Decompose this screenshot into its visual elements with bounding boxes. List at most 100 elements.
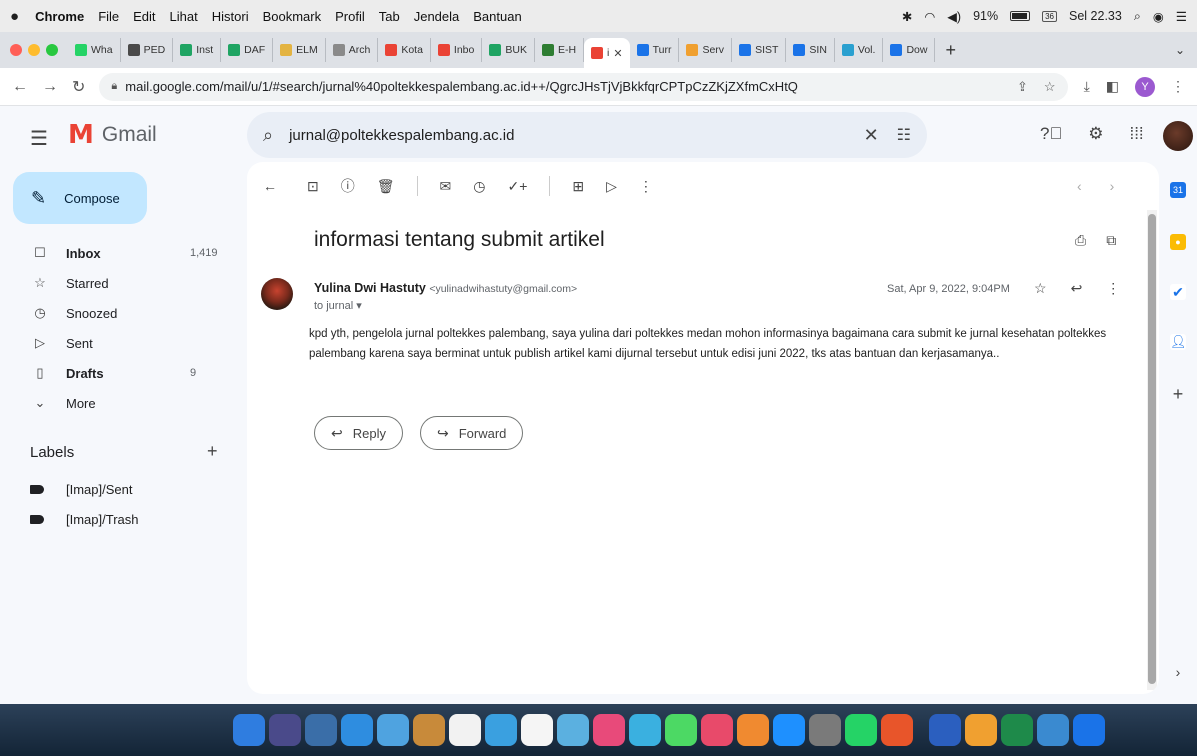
download-icon[interactable]: ⤓ — [1084, 78, 1090, 95]
open-new-window-icon[interactable]: ⧉ — [1106, 232, 1116, 249]
browser-tab[interactable]: ELM — [273, 38, 326, 62]
menu-item-history[interactable]: Histori — [212, 9, 249, 24]
browser-tab[interactable]: Inbo — [431, 38, 483, 62]
menu-item-edit[interactable]: Edit — [133, 9, 155, 24]
dock-app-icon[interactable] — [341, 714, 373, 746]
menu-item-file[interactable]: File — [98, 9, 119, 24]
back-icon[interactable]: ← — [12, 78, 28, 96]
scrollbar-thumb[interactable] — [1148, 214, 1156, 684]
sidebar-item-snoozed[interactable]: ◷ Snoozed — [0, 298, 240, 328]
dock-app-icon[interactable] — [1037, 714, 1069, 746]
browser-tab[interactable]: Arch — [326, 38, 379, 62]
volume-icon[interactable]: ◀) — [947, 9, 961, 24]
minimize-window-button[interactable] — [28, 44, 40, 56]
wifi-icon[interactable]: ◠ — [924, 9, 935, 24]
spotlight-icon[interactable]: ⌕ — [1134, 9, 1141, 24]
older-icon[interactable]: › — [1110, 178, 1115, 194]
url-text[interactable]: mail.google.com/mail/u/1/#search/jurnal%… — [125, 79, 798, 94]
browser-tab[interactable]: Kota — [378, 38, 431, 62]
add-to-tasks-icon[interactable]: ✓+ — [507, 178, 527, 195]
mark-unread-icon[interactable]: ✉ — [440, 178, 452, 195]
browser-tab[interactable]: SIST — [732, 38, 787, 62]
menu-item-tab[interactable]: Tab — [379, 9, 400, 24]
keep-app-icon[interactable]: ● — [1170, 234, 1186, 250]
menu-item-profile[interactable]: Profil — [335, 9, 365, 24]
dock-app-icon[interactable] — [1001, 714, 1033, 746]
battery-icon[interactable] — [1010, 11, 1031, 21]
snooze-icon[interactable]: ◷ — [473, 178, 485, 195]
browser-tab[interactable]: i ✕ — [584, 38, 630, 68]
back-to-list-icon[interactable]: ← — [263, 178, 277, 194]
dock-app-icon[interactable] — [773, 714, 805, 746]
compose-button[interactable]: ✎ Compose — [13, 172, 147, 224]
settings-gear-icon[interactable]: ⚙ — [1088, 124, 1103, 144]
browser-tab[interactable]: BUK — [482, 38, 535, 62]
dock-app-icon[interactable] — [629, 714, 661, 746]
dock-app-icon[interactable] — [929, 714, 961, 746]
label-icon[interactable]: ▷ — [606, 178, 617, 195]
reload-icon[interactable]: ↻ — [72, 77, 85, 97]
calendar-app-icon[interactable]: 31 — [1170, 182, 1186, 198]
browser-tab[interactable]: SIN — [786, 38, 835, 62]
dock-app-icon[interactable] — [305, 714, 337, 746]
chrome-profile-avatar[interactable]: Y — [1135, 76, 1155, 97]
dock-app-icon[interactable] — [665, 714, 697, 746]
tasks-app-icon[interactable]: ✔ — [1170, 284, 1186, 300]
close-tab-icon[interactable]: ✕ — [613, 47, 622, 60]
label-imap-trash[interactable]: [Imap]/Trash — [30, 512, 138, 527]
menu-item-view[interactable]: Lihat — [170, 9, 198, 24]
sidebar-item-inbox[interactable]: ☐ Inbox 1,419 — [0, 238, 240, 268]
archive-icon[interactable]: ⊡ — [307, 178, 319, 195]
dock-app-icon[interactable] — [485, 714, 517, 746]
report-spam-icon[interactable]: ⓘ — [341, 176, 355, 196]
search-bar[interactable]: ⌕ jurnal@poltekkespalembang.ac.id ✕ ☷ — [247, 112, 927, 158]
dock-app-icon[interactable] — [809, 714, 841, 746]
recipient-details-toggle[interactable]: to jurnal ▾ — [314, 299, 362, 312]
browser-tab[interactable]: Serv — [679, 38, 733, 62]
create-label-icon[interactable]: + — [207, 441, 218, 462]
siri-icon[interactable]: ◉ — [1153, 9, 1164, 24]
browser-tab[interactable]: Vol. — [835, 38, 884, 62]
gmail-logo[interactable]: M Gmail — [68, 120, 157, 150]
browser-tab[interactable]: Wha — [68, 38, 121, 62]
side-panel-icon[interactable]: ◧ — [1106, 78, 1119, 95]
dock-app-icon[interactable] — [557, 714, 589, 746]
star-message-icon[interactable]: ☆ — [1034, 280, 1047, 297]
dock-app-icon[interactable] — [737, 714, 769, 746]
dock-app-icon[interactable] — [449, 714, 481, 746]
lock-icon[interactable]: 🔒︎ — [111, 80, 117, 93]
sidebar-item-starred[interactable]: ☆ Starred — [0, 268, 240, 298]
browser-tab[interactable]: PED — [121, 38, 174, 62]
newer-icon[interactable]: ‹ — [1077, 178, 1082, 194]
browser-tab[interactable]: DAF — [221, 38, 274, 62]
dock-app-icon[interactable] — [701, 714, 733, 746]
calendar-indicator[interactable]: 36 — [1042, 10, 1058, 22]
sender-name[interactable]: Yulina Dwi Hastuty — [314, 281, 426, 295]
share-icon[interactable]: ⇪ — [1017, 79, 1028, 95]
dock-app-icon[interactable] — [377, 714, 409, 746]
apple-icon[interactable]: ● — [10, 8, 19, 25]
sidebar-item-drafts[interactable]: ▯ Drafts 9 — [0, 358, 240, 388]
apps-grid-icon[interactable]: ⁞⁞⁞ — [1129, 124, 1143, 144]
message-more-icon[interactable]: ⋮ — [1106, 280, 1120, 297]
dock-app-icon[interactable] — [413, 714, 445, 746]
reply-button[interactable]: ↩ Reply — [314, 416, 403, 450]
contacts-app-icon[interactable]: 👤︎ — [1170, 334, 1187, 350]
new-tab-button[interactable]: + — [945, 40, 956, 61]
bookmark-star-icon[interactable]: ☆ — [1044, 79, 1056, 95]
address-bar[interactable]: 🔒︎ mail.google.com/mail/u/1/#search/jurn… — [99, 72, 1068, 101]
label-imap-sent[interactable]: [Imap]/Sent — [30, 482, 132, 497]
get-addons-icon[interactable]: + — [1170, 385, 1186, 403]
sender-avatar[interactable] — [261, 278, 293, 310]
browser-tab[interactable]: Dow — [883, 38, 936, 62]
forward-button[interactable]: ↪ Forward — [420, 416, 524, 450]
menu-app-name[interactable]: Chrome — [35, 9, 84, 24]
dock-app-icon[interactable] — [269, 714, 301, 746]
browser-tab[interactable]: Turr — [630, 38, 680, 62]
search-options-icon[interactable]: ☷ — [897, 125, 911, 145]
tab-search-icon[interactable]: ⌄ — [1175, 43, 1185, 57]
browser-tab[interactable]: Inst — [173, 38, 222, 62]
dock-app-icon[interactable] — [845, 714, 877, 746]
delete-icon[interactable]: 🗑︎ — [377, 178, 395, 195]
dock-app-icon[interactable] — [881, 714, 913, 746]
